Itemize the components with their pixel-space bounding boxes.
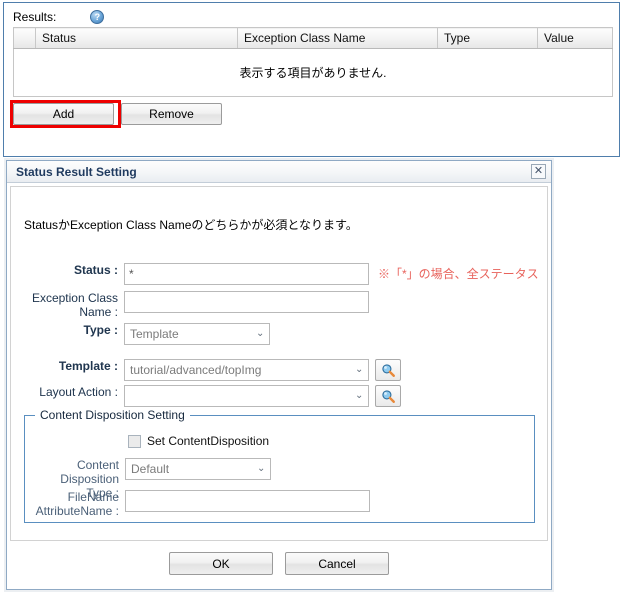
table-header-row: Status Exception Class Name Type Value <box>13 27 613 49</box>
type-select[interactable]: Template ⌄ <box>124 323 270 345</box>
cancel-button[interactable]: Cancel <box>285 552 389 575</box>
status-hint: ※「*」の場合、全ステータス <box>378 267 539 281</box>
layout-action-select[interactable]: ⌄ <box>124 385 369 407</box>
results-table: Status Exception Class Name Type Value 表… <box>13 27 613 97</box>
set-content-disposition-row: Set ContentDisposition <box>128 434 269 448</box>
table-empty-message: 表示する項目がありません. <box>239 66 387 80</box>
dialog-body: StatusかException Class Nameのどちらかが必須となります… <box>10 186 548 558</box>
add-button[interactable]: Add <box>13 103 114 125</box>
field-row-template: Template : tutorial/advanced/topImg ⌄ <box>24 359 401 381</box>
column-header-status[interactable]: Status <box>35 27 238 49</box>
magnifier-icon <box>381 363 395 377</box>
ok-button[interactable]: OK <box>169 552 273 575</box>
magnifier-icon <box>381 389 395 403</box>
field-row-filename-attributename: FileName AttributeName : <box>25 490 370 518</box>
content-disposition-type-label-line1: Content Disposition <box>60 458 119 486</box>
set-content-disposition-checkbox[interactable] <box>128 434 141 448</box>
template-browse-button[interactable] <box>375 359 401 381</box>
content-disposition-type-value: Default <box>131 462 170 476</box>
dialog-titlebar: Status Result Setting ✕ <box>7 161 551 183</box>
exception-class-name-label-line1: Exception Class <box>31 291 118 305</box>
dialog-footer: OK Cancel <box>10 540 548 586</box>
field-row-type: Type : Template ⌄ <box>24 323 270 345</box>
help-circle-icon[interactable]: ? <box>90 10 105 24</box>
filename-attributename-label: FileName AttributeName : <box>25 490 125 518</box>
chevron-down-icon: ⌄ <box>355 390 364 401</box>
exception-class-name-input[interactable] <box>124 291 369 313</box>
filename-attributename-input[interactable] <box>125 490 370 512</box>
template-label: Template : <box>58 359 118 373</box>
remove-button[interactable]: Remove <box>121 103 222 125</box>
results-label: Results: <box>13 10 57 24</box>
layout-action-label: Layout Action : <box>39 385 118 399</box>
chevron-down-icon: ⌄ <box>257 463 266 474</box>
exception-class-name-label-line2: Name : <box>79 305 118 319</box>
filename-attributename-label-line1: FileName <box>67 490 119 504</box>
status-input[interactable] <box>124 263 369 285</box>
layout-action-browse-button[interactable] <box>375 385 401 407</box>
results-header: Results: ? <box>13 8 105 26</box>
status-result-setting-dialog: Status Result Setting ✕ StatusかException… <box>6 160 552 590</box>
dialog-title: Status Result Setting <box>16 164 137 179</box>
close-icon[interactable]: ✕ <box>531 164 546 179</box>
field-row-layout-action: Layout Action : ⌄ <box>24 385 401 407</box>
status-label: Status : <box>73 263 118 277</box>
column-header-type[interactable]: Type <box>437 27 538 49</box>
content-disposition-fieldset: Content Disposition Setting Set ContentD… <box>24 408 535 523</box>
column-header-exception-class-name[interactable]: Exception Class Name <box>237 27 438 49</box>
type-select-value: Template <box>130 327 179 341</box>
table-empty-row: 表示する項目がありません. <box>14 49 613 97</box>
template-select-value: tutorial/advanced/topImg <box>130 363 262 377</box>
content-disposition-legend: Content Disposition Setting <box>35 408 190 422</box>
chevron-down-icon: ⌄ <box>355 364 364 375</box>
dialog-required-note: StatusかException Class Nameのどちらかが必須となります… <box>24 218 358 232</box>
field-row-exception-class-name: Exception Class Name : <box>24 291 369 319</box>
content-disposition-type-select[interactable]: Default ⌄ <box>125 458 271 480</box>
chevron-down-icon: ⌄ <box>256 328 265 339</box>
results-panel: Results: ? Status Exception Class Name T… <box>3 2 620 157</box>
set-content-disposition-label: Set ContentDisposition <box>147 434 270 448</box>
results-button-bar: Add Remove <box>13 103 222 125</box>
exception-class-name-label: Exception Class Name : <box>24 291 124 319</box>
column-header-select[interactable] <box>13 27 36 49</box>
template-select[interactable]: tutorial/advanced/topImg ⌄ <box>124 359 369 381</box>
column-header-value[interactable]: Value <box>537 27 613 49</box>
filename-attributename-label-line2: AttributeName : <box>35 504 119 518</box>
type-label: Type : <box>83 323 118 337</box>
field-row-status: Status : ※「*」の場合、全ステータス <box>24 263 539 285</box>
